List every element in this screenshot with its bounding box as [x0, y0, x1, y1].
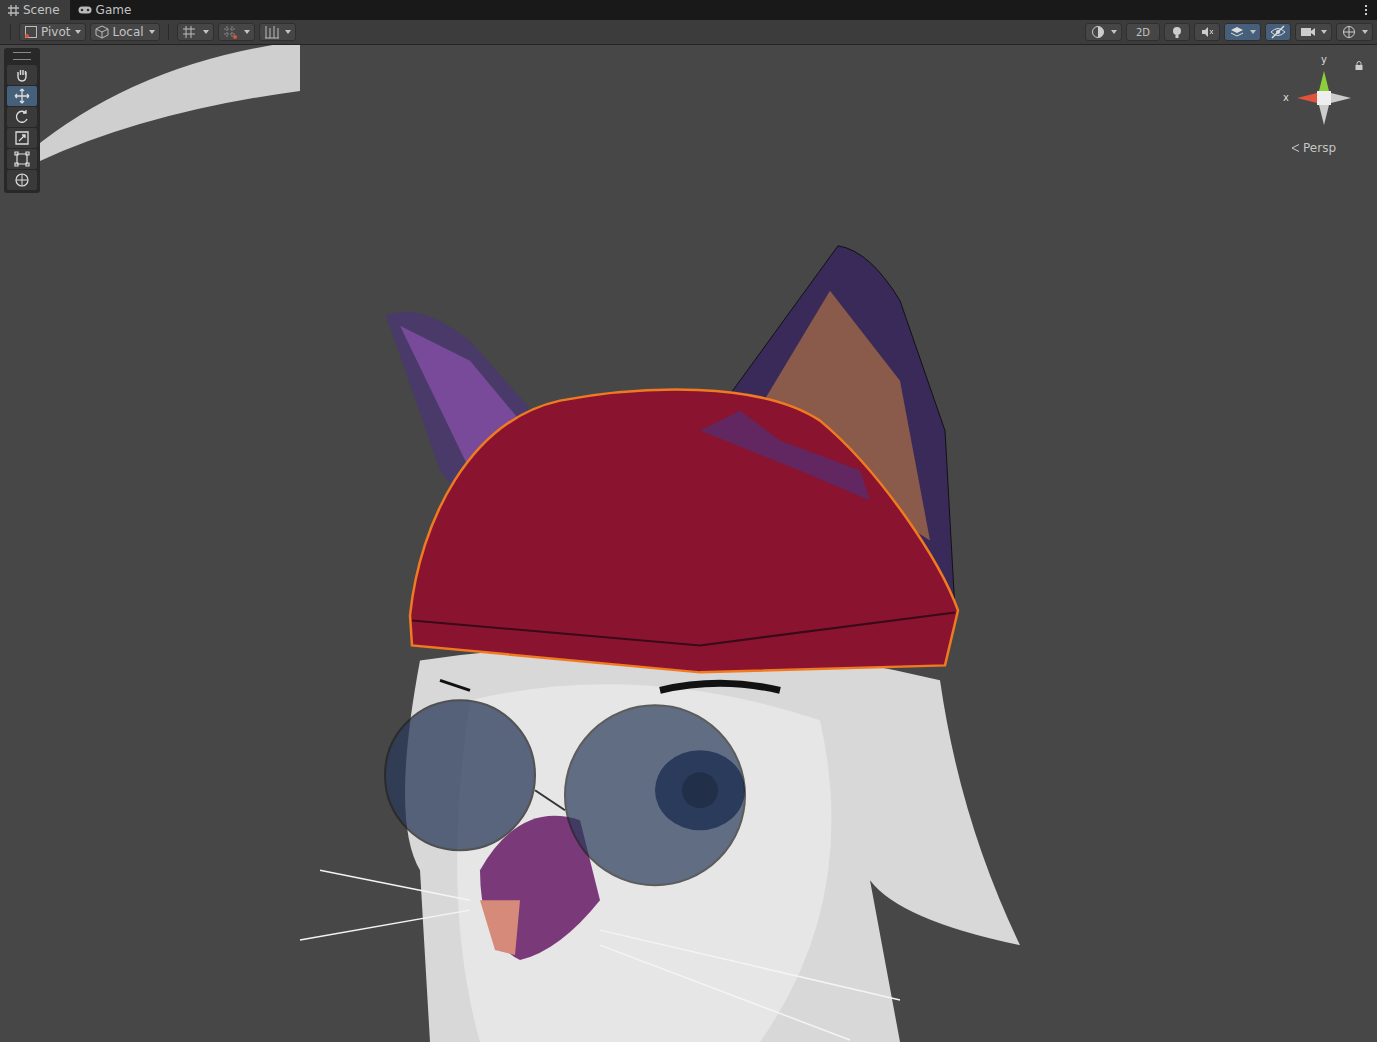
caret-icon — [285, 30, 291, 34]
tool-button[interactable] — [7, 107, 37, 127]
scene-toolbar: Pivot Local 2D — [0, 20, 1377, 45]
cube-icon — [95, 25, 109, 39]
view-option-button[interactable] — [1336, 23, 1373, 41]
lock-icon[interactable] — [1355, 61, 1363, 70]
tab-label: Game — [96, 3, 132, 17]
transform-icon — [14, 172, 30, 188]
tool-button[interactable] — [7, 86, 37, 106]
view-option-button[interactable]: 2D — [1126, 23, 1160, 41]
audio-icon — [1199, 25, 1215, 39]
view-option-button[interactable] — [1224, 23, 1261, 41]
view-option-button[interactable] — [1194, 23, 1220, 41]
tab-bar: Scene Game — [0, 0, 1377, 20]
caret-icon — [244, 30, 250, 34]
x-axis-label: x — [1283, 93, 1289, 103]
camera-icon — [1300, 25, 1316, 39]
character-render — [0, 45, 1377, 1042]
projection-label: Persp — [1303, 141, 1336, 155]
grip-icon[interactable] — [13, 52, 31, 60]
tab[interactable]: Game — [70, 0, 142, 20]
caret-icon — [203, 30, 209, 34]
more-icon[interactable] — [1355, 0, 1377, 20]
view-option-button[interactable] — [1295, 23, 1332, 41]
tool-palette — [4, 48, 40, 193]
lighting-icon — [1169, 25, 1185, 39]
grid-icon — [223, 25, 239, 39]
hidden-icon — [1270, 25, 1286, 39]
snap-dropdown[interactable] — [259, 23, 296, 41]
perspective-icon — [1291, 144, 1300, 152]
toolbar-dropdown[interactable]: Pivot — [19, 23, 86, 41]
y-axis-label: y — [1321, 55, 1327, 65]
view-option-button[interactable] — [1085, 23, 1122, 41]
caret-icon — [149, 30, 155, 34]
toolbar-label: 2D — [1131, 27, 1155, 38]
caret-icon — [1111, 30, 1117, 34]
tool-button[interactable] — [7, 128, 37, 148]
scene-window: Scene Game Pivot Local 2D y x Persp — [0, 0, 1377, 1042]
axis-gizmo-icon — [1289, 63, 1359, 133]
effects-icon — [1229, 25, 1245, 39]
toolbar-label: Pivot — [41, 25, 70, 39]
caret-icon — [1321, 30, 1327, 34]
caret-icon — [1250, 30, 1256, 34]
gizmos-icon — [1341, 25, 1357, 39]
snap-dropdown[interactable] — [218, 23, 255, 41]
increment-icon — [264, 25, 280, 39]
scene-viewport[interactable]: y x Persp — [0, 45, 1377, 1042]
tab-label: Scene — [23, 3, 60, 17]
grid-icon — [8, 5, 19, 16]
pivot-icon — [24, 25, 38, 39]
snap-dropdown[interactable] — [177, 23, 214, 41]
scale-icon — [14, 130, 30, 146]
tool-button[interactable] — [7, 65, 37, 85]
hand-icon — [14, 67, 30, 83]
tool-button[interactable] — [7, 170, 37, 190]
caret-icon — [75, 30, 81, 34]
orientation-gizmo[interactable]: y x Persp — [1283, 55, 1363, 160]
projection-toggle[interactable]: Persp — [1291, 141, 1336, 155]
toolbar-label: Local — [112, 25, 143, 39]
grid-snap-icon — [182, 25, 198, 39]
gamepad-icon — [78, 5, 92, 15]
rect-icon — [14, 151, 30, 167]
rotate-icon — [14, 109, 30, 125]
view-option-button[interactable] — [1164, 23, 1190, 41]
view-option-button[interactable] — [1265, 23, 1291, 41]
move-icon — [14, 88, 30, 104]
tab[interactable]: Scene — [0, 0, 70, 20]
caret-icon — [1362, 30, 1368, 34]
shading-icon — [1090, 25, 1106, 39]
tool-button[interactable] — [7, 149, 37, 169]
toolbar-dropdown[interactable]: Local — [90, 23, 159, 41]
